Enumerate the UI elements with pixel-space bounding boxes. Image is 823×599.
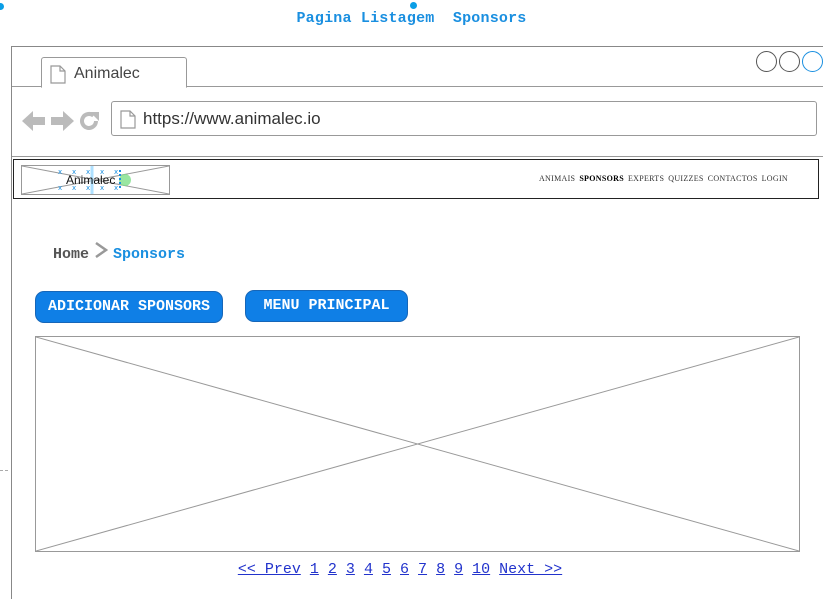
- window-controls: [756, 51, 823, 72]
- site-navbar: xxxxx xxxxx Animalec ANIMAIS SPONSORS EX…: [13, 159, 819, 199]
- svg-text:x: x: [58, 184, 62, 192]
- pagination-next[interactable]: Next >>: [499, 561, 562, 578]
- pagination-page-10[interactable]: 10: [472, 561, 490, 578]
- page-heading: Pagina Listagem Sponsors: [0, 10, 823, 27]
- nav-item-contactos[interactable]: CONTACTOS: [708, 174, 758, 183]
- svg-text:x: x: [58, 168, 62, 176]
- browser-tab[interactable]: Animalec: [41, 57, 187, 88]
- pagination-page-2[interactable]: 2: [328, 561, 337, 578]
- add-sponsors-button[interactable]: ADICIONAR SPONSORS: [35, 291, 223, 323]
- window-button-icon[interactable]: [756, 51, 777, 72]
- reload-icon[interactable]: [78, 110, 100, 137]
- pagination-page-3[interactable]: 3: [346, 561, 355, 578]
- page-icon: [120, 110, 136, 134]
- logo-text: Animalec: [66, 173, 116, 187]
- pagination-page-8[interactable]: 8: [436, 561, 445, 578]
- nav-item-animais[interactable]: ANIMAIS: [539, 174, 575, 183]
- breadcrumb-current: Sponsors: [113, 246, 186, 263]
- pagination-page-7[interactable]: 7: [418, 561, 427, 578]
- main-menu-button[interactable]: MENU PRINCIPAL: [245, 290, 408, 322]
- forward-arrow-icon[interactable]: [50, 110, 74, 137]
- nav-item-experts[interactable]: EXPERTS: [628, 174, 664, 183]
- breadcrumb: Home Sponsors: [53, 241, 186, 265]
- nav-item-quizzes[interactable]: QUIZZES: [668, 174, 703, 183]
- selection-handle-top: [410, 2, 417, 9]
- canvas-ruler-tick: [0, 470, 8, 471]
- breadcrumb-home[interactable]: Home: [53, 246, 89, 263]
- pagination-page-1[interactable]: 1: [310, 561, 319, 578]
- site-logo[interactable]: xxxxx xxxxx Animalec: [21, 165, 170, 195]
- browser-toolbar: https://www.animalec.io: [12, 87, 823, 157]
- browser-tab-bar: Animalec: [12, 47, 823, 88]
- page-icon: [50, 65, 66, 89]
- browser-nav-buttons: [22, 110, 100, 137]
- site-nav-menu: ANIMAIS SPONSORS EXPERTS QUIZZES CONTACT…: [539, 174, 788, 183]
- nav-item-login[interactable]: LOGIN: [762, 174, 788, 183]
- back-arrow-icon[interactable]: [22, 110, 46, 137]
- pagination-page-4[interactable]: 4: [364, 561, 373, 578]
- url-bar[interactable]: https://www.animalec.io: [111, 101, 817, 136]
- pagination-page-9[interactable]: 9: [454, 561, 463, 578]
- selection-handle-left: [0, 3, 4, 10]
- pagination: << Prev 1 2 3 4 5 6 7 8 9 10 Next >>: [12, 561, 788, 578]
- pagination-prev[interactable]: << Prev: [238, 561, 301, 578]
- url-text: https://www.animalec.io: [143, 109, 321, 128]
- browser-tab-label: Animalec: [74, 65, 140, 82]
- pagination-page-6[interactable]: 6: [400, 561, 409, 578]
- window-button-icon[interactable]: [779, 51, 800, 72]
- browser-window: Animalec https://www.animalec.io x x x x…: [11, 46, 823, 599]
- nav-item-sponsors[interactable]: SPONSORS: [579, 174, 624, 183]
- page-heading-text: Pagina Listagem Sponsors: [296, 10, 527, 27]
- chevron-right-icon: [94, 241, 109, 265]
- pagination-page-5[interactable]: 5: [382, 561, 391, 578]
- placeholder-cross: [35, 336, 800, 552]
- sponsors-list-placeholder: [35, 336, 800, 552]
- window-button-icon[interactable]: [802, 51, 823, 72]
